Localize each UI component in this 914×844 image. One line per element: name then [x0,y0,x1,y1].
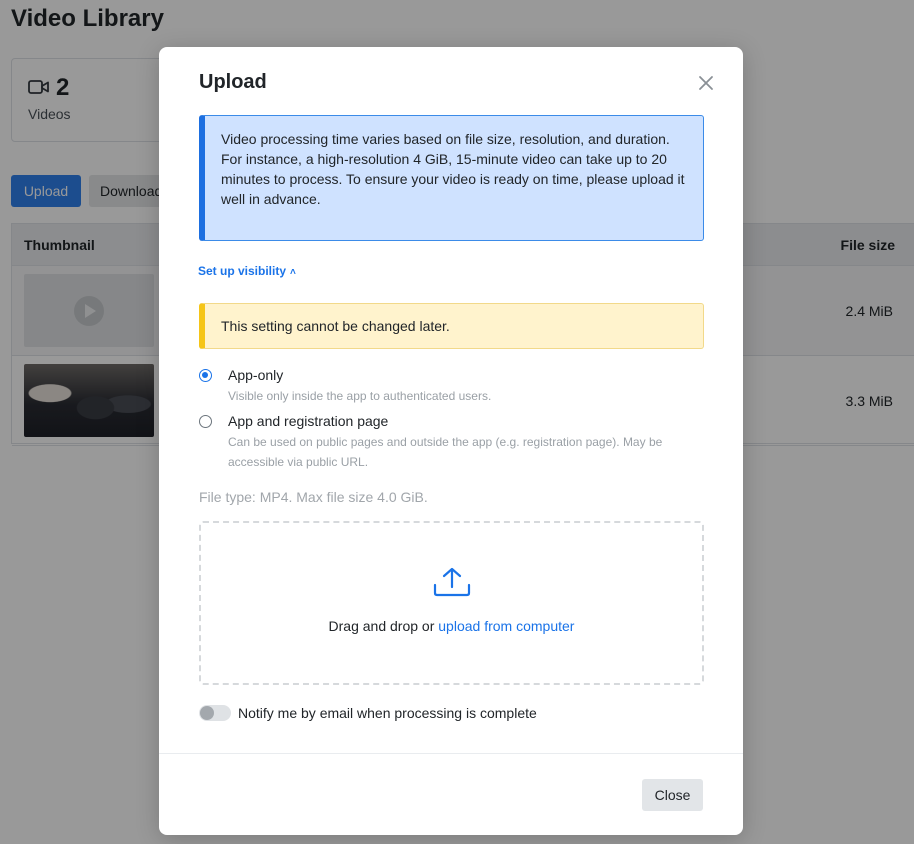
notify-email-label[interactable]: Notify me by email when processing is co… [238,705,537,721]
notify-email-toggle[interactable] [199,705,231,721]
visibility-toggle[interactable]: Set up visibility ˄ [198,264,296,278]
close-button[interactable]: Close [642,779,703,811]
dropzone-instruction: Drag and drop or [328,618,435,634]
upload-dropzone[interactable]: Drag and drop or upload from computer [199,521,704,685]
visibility-warning-alert: This setting cannot be changed later. [199,303,704,349]
radio-label[interactable]: App-only [228,367,283,383]
radio-description: Can be used on public pages and outside … [228,435,663,469]
radio-description: Visible only inside the app to authentic… [228,389,492,403]
radio-app-and-registration[interactable] [199,415,212,428]
upload-modal: Upload Video processing time varies base… [159,47,743,835]
info-text-line2: For instance, a high-resolution 4 GiB, 1… [221,151,685,207]
radio-label[interactable]: App and registration page [228,413,388,429]
warning-text: This setting cannot be changed later. [221,318,450,334]
info-text-line1: Video processing time varies based on fi… [221,131,670,147]
file-type-hint: File type: MP4. Max file size 4.0 GiB. [199,489,428,505]
modal-close-button[interactable] [696,73,716,93]
chevron-up-icon: ˄ [290,267,296,278]
processing-info-alert: Video processing time varies based on fi… [199,115,704,241]
close-icon [699,76,713,90]
modal-footer-divider [159,753,743,754]
upload-icon [433,567,471,602]
visibility-toggle-label: Set up visibility [198,264,287,278]
dropzone-text: Drag and drop or upload from computer [201,618,702,634]
upload-from-computer-link[interactable]: upload from computer [438,618,574,634]
modal-title: Upload [199,71,267,93]
radio-app-only[interactable] [199,369,212,382]
